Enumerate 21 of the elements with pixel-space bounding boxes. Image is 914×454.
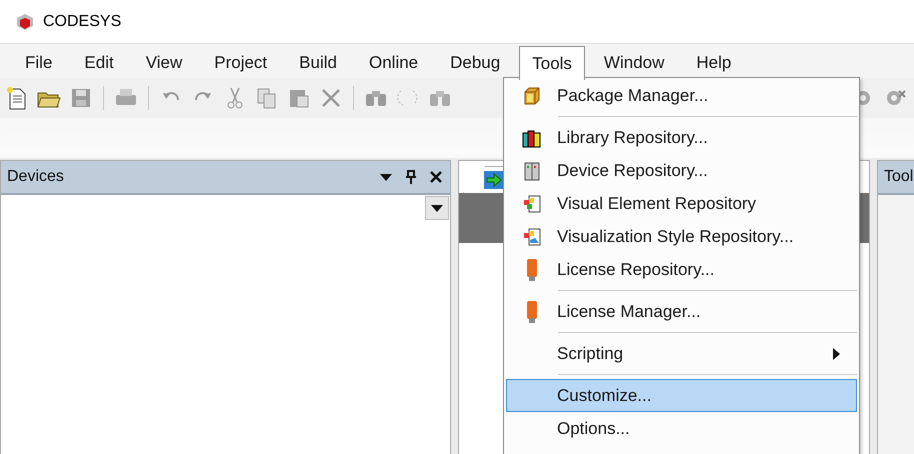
- menu-option[interactable]: Scripting: [506, 337, 857, 370]
- panel-title: Devices: [7, 168, 65, 186]
- menu-item[interactable]: File: [12, 46, 66, 79]
- menu-item[interactable]: Window: [590, 46, 678, 79]
- menu-item[interactable]: Help: [683, 46, 744, 79]
- menu-item[interactable]: Debug: [437, 46, 514, 79]
- menu-option[interactable]: Device Repository...: [506, 154, 857, 187]
- menu-item[interactable]: Edit: [71, 46, 127, 79]
- menu-option[interactable]: Options...: [506, 412, 857, 445]
- panel-title: Tool: [884, 168, 914, 186]
- menu-option[interactable]: License Manager...: [506, 295, 857, 328]
- menu-item[interactable]: Project: [201, 46, 280, 79]
- menu-item[interactable]: View: [132, 46, 196, 79]
- menu-item[interactable]: Tools: [519, 46, 585, 80]
- menu-option[interactable]: Visualization Style Repository...: [506, 220, 857, 253]
- menu-option[interactable]: Customize...: [506, 379, 857, 412]
- menu-item[interactable]: Build: [286, 46, 350, 79]
- menu-option[interactable]: Visual Element Repository: [506, 187, 857, 220]
- menu-item[interactable]: Online: [356, 46, 432, 79]
- window-title: CODESYS: [43, 12, 122, 30]
- menu-option[interactable]: License Repository...: [506, 253, 857, 286]
